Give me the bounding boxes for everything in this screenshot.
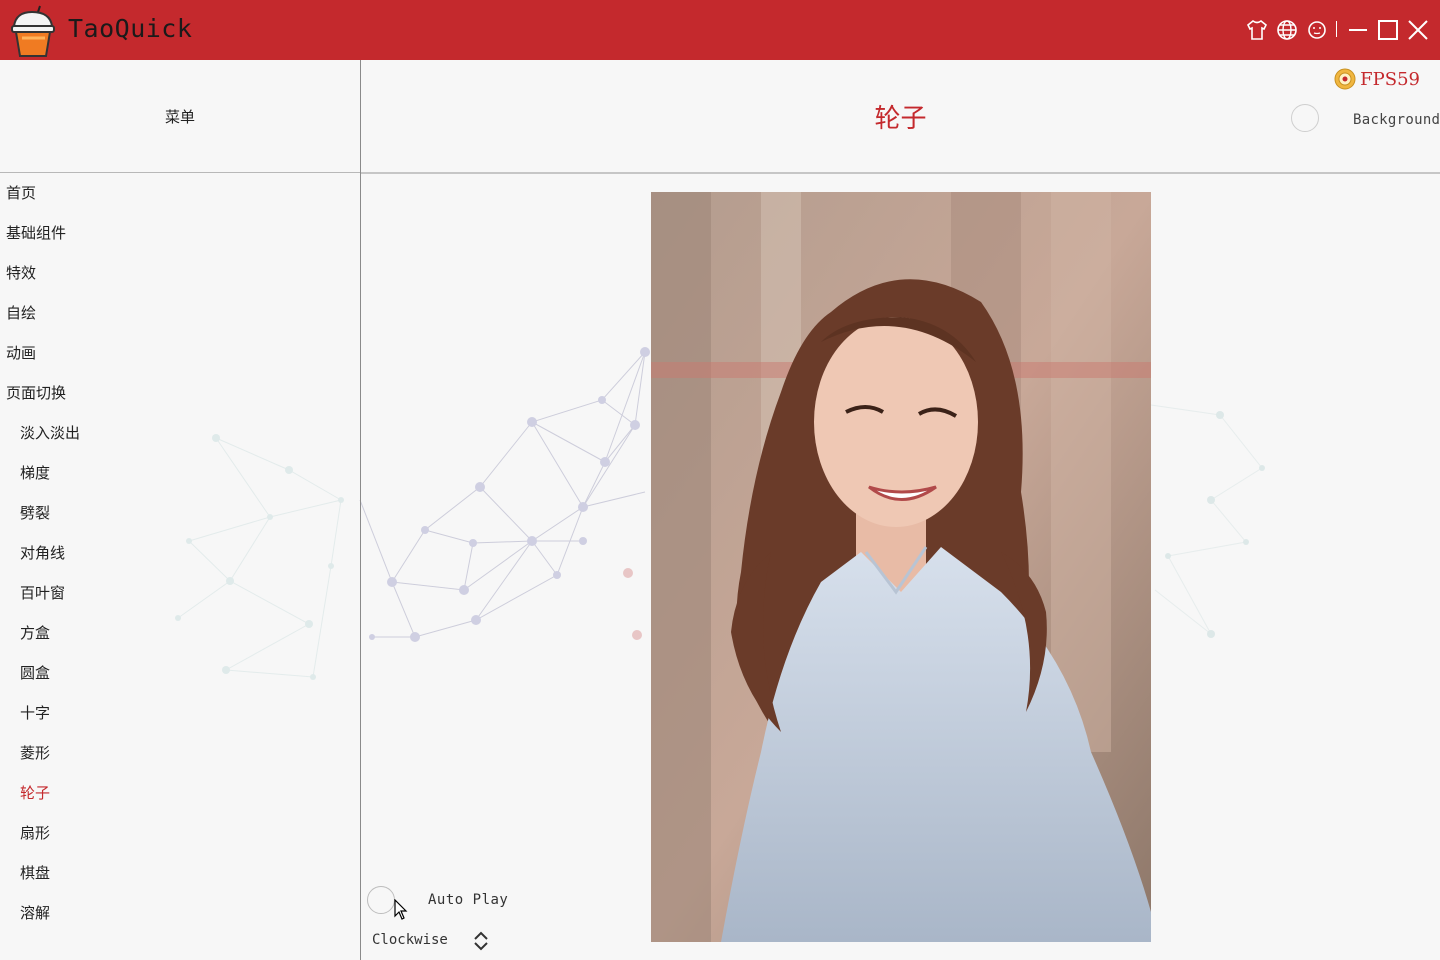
sidebar-item[interactable]: 自绘 [0,293,360,333]
maximize-icon[interactable] [1376,18,1400,42]
menu-list: 首页 基础组件 特效 自绘 动画 页面切换 淡入淡出 梯度 劈裂 对角线 百叶窗 方盒 圆盒 十字 菱形 轮子… [0,173,360,933]
sidebar-item[interactable]: 扇形 [0,813,360,853]
sidebar-item[interactable]: 页面切换 [0,373,360,413]
sidebar-item[interactable]: 百叶窗 [0,573,360,613]
app-logo [11,5,55,57]
close-icon[interactable] [1406,18,1430,42]
fps-value: FPS59 [1360,68,1420,90]
demo-photo [651,192,1151,942]
language-icon[interactable] [1275,18,1299,42]
sidebar-item[interactable]: 动画 [0,333,360,373]
mouse-cursor-icon [394,899,408,920]
background-toggle[interactable] [1291,104,1319,132]
auto-play-label: Auto Play [428,892,509,908]
fps-icon [1334,68,1356,90]
page-title: 轮子 [874,104,927,134]
direction-spinner-icon[interactable] [472,930,490,952]
sidebar-item[interactable]: 轮子 [0,773,360,813]
about-icon[interactable] [1305,18,1329,42]
auto-play-toggle[interactable] [367,886,395,914]
sidebar-item[interactable]: 棋盘 [0,853,360,893]
direction-selector-label[interactable]: Clockwise [372,932,448,948]
sidebar-item[interactable]: 对角线 [0,533,360,573]
sidebar-item[interactable]: 首页 [0,173,360,213]
sidebar-item[interactable]: 溶解 [0,893,360,933]
sidebar-item[interactable]: 基础组件 [0,213,360,253]
title-bar-separator [1336,21,1337,37]
minimize-icon[interactable] [1346,18,1370,42]
menu-header: 菜单 [0,60,360,173]
sidebar-item[interactable]: 梯度 [0,453,360,493]
sidebar-item[interactable]: 圆盒 [0,653,360,693]
fps-indicator: FPS59 [1334,68,1420,90]
sidebar-item[interactable]: 特效 [0,253,360,293]
sidebar-item[interactable]: 方盒 [0,613,360,653]
background-label: Background [1353,112,1440,128]
sidebar-item[interactable]: 淡入淡出 [0,413,360,453]
sidebar-item[interactable]: 劈裂 [0,493,360,533]
skin-icon[interactable] [1245,18,1269,42]
sidebar-item[interactable]: 十字 [0,693,360,733]
content-header: 轮子 FPS59 Background [361,60,1440,174]
title-bar[interactable]: TaoQuick [0,0,1440,60]
sidebar: 菜单 首页 基础组件 特效 自绘 动画 页面切换 淡入淡出 梯度 劈裂 对角线 百叶窗 方盒 圆盒 十字菱… [0,60,361,960]
app-title: TaoQuick [68,14,193,43]
sidebar-item[interactable]: 菱形 [0,733,360,773]
